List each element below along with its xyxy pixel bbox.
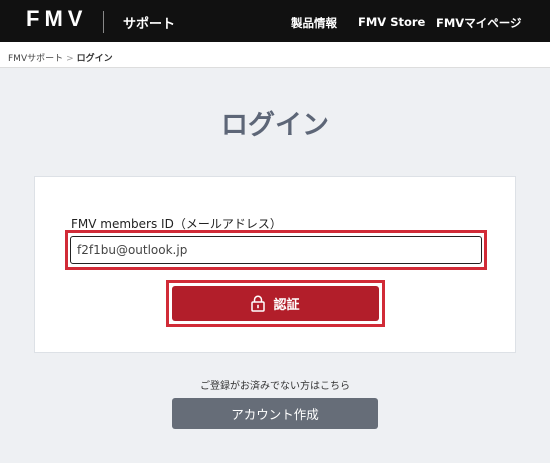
page-title: ログイン	[221, 110, 329, 141]
auth-button-label: 認証	[273, 298, 300, 313]
fmv-logo[interactable]: FMV	[26, 6, 87, 32]
nav-fmv-store[interactable]: FMV Store	[358, 15, 425, 29]
breadcrumb-bar: FMVサポート > ログイン	[0, 42, 550, 68]
logo-divider	[103, 11, 104, 33]
register-note: ご登録がお済みでない方はこちら	[200, 381, 350, 392]
breadcrumb-support-link[interactable]: FMVサポート	[8, 54, 63, 64]
lock-icon	[251, 295, 266, 312]
breadcrumb: FMVサポート > ログイン	[8, 51, 113, 64]
breadcrumb-separator: >	[66, 54, 74, 64]
nav-my-page[interactable]: FMVマイページ	[436, 15, 521, 31]
email-field[interactable]	[70, 236, 482, 264]
site-header: FMV サポート 製品情報 FMV Store FMVマイページ	[0, 0, 550, 42]
create-account-button[interactable]: アカウント作成	[172, 398, 378, 429]
breadcrumb-current: ログイン	[76, 54, 113, 64]
support-section-label[interactable]: サポート	[123, 13, 175, 32]
nav-products[interactable]: 製品情報	[291, 15, 337, 31]
auth-button[interactable]: 認証	[172, 286, 379, 321]
